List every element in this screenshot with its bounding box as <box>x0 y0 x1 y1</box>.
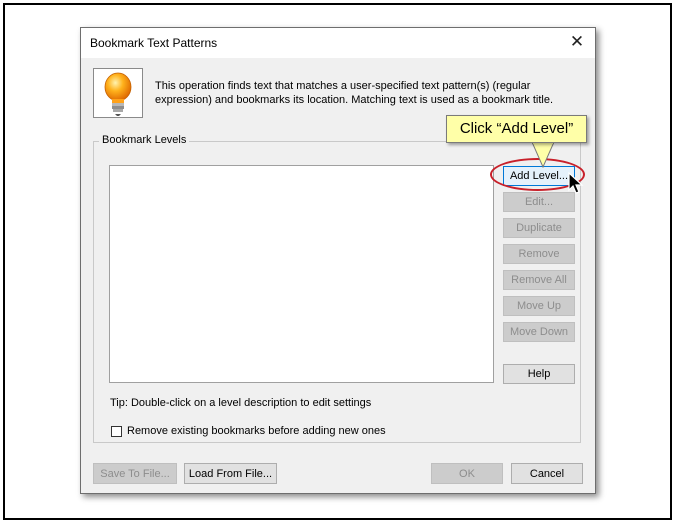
help-button[interactable]: Help <box>503 364 575 384</box>
remove-existing-bookmarks-label[interactable]: Remove existing bookmarks before adding … <box>127 425 386 437</box>
ok-button[interactable]: OK <box>431 463 503 484</box>
remove-existing-bookmarks-option[interactable]: Remove existing bookmarks before adding … <box>111 425 386 437</box>
remove-button[interactable]: Remove <box>503 244 575 264</box>
save-to-file-button[interactable]: Save To File... <box>93 463 177 484</box>
move-down-button[interactable]: Move Down <box>503 322 575 342</box>
tip-text: Tip: Double-click on a level description… <box>110 397 372 409</box>
callout-pointer <box>531 142 555 168</box>
bookmark-levels-label: Bookmark Levels <box>99 134 190 146</box>
remove-existing-bookmarks-checkbox[interactable] <box>111 425 122 437</box>
duplicate-button[interactable]: Duplicate <box>503 218 575 238</box>
load-from-file-button[interactable]: Load From File... <box>184 463 277 484</box>
operation-description: This operation finds text that matches a… <box>155 80 554 106</box>
lightbulb-icon <box>93 68 143 118</box>
cancel-button[interactable]: Cancel <box>511 463 583 484</box>
title-bar: Bookmark Text Patterns ✕ <box>81 28 595 58</box>
mouse-cursor-icon <box>568 172 584 194</box>
dialog-title: Bookmark Text Patterns <box>90 36 218 50</box>
remove-all-button[interactable]: Remove All <box>503 270 575 290</box>
bookmark-levels-list[interactable] <box>109 165 494 383</box>
edit-button[interactable]: Edit... <box>503 192 575 212</box>
bookmark-text-patterns-dialog: Bookmark Text Patterns ✕ This operation … <box>80 27 596 494</box>
close-icon[interactable]: ✕ <box>567 32 587 52</box>
move-up-button[interactable]: Move Up <box>503 296 575 316</box>
instruction-callout: Click “Add Level” <box>446 115 587 143</box>
